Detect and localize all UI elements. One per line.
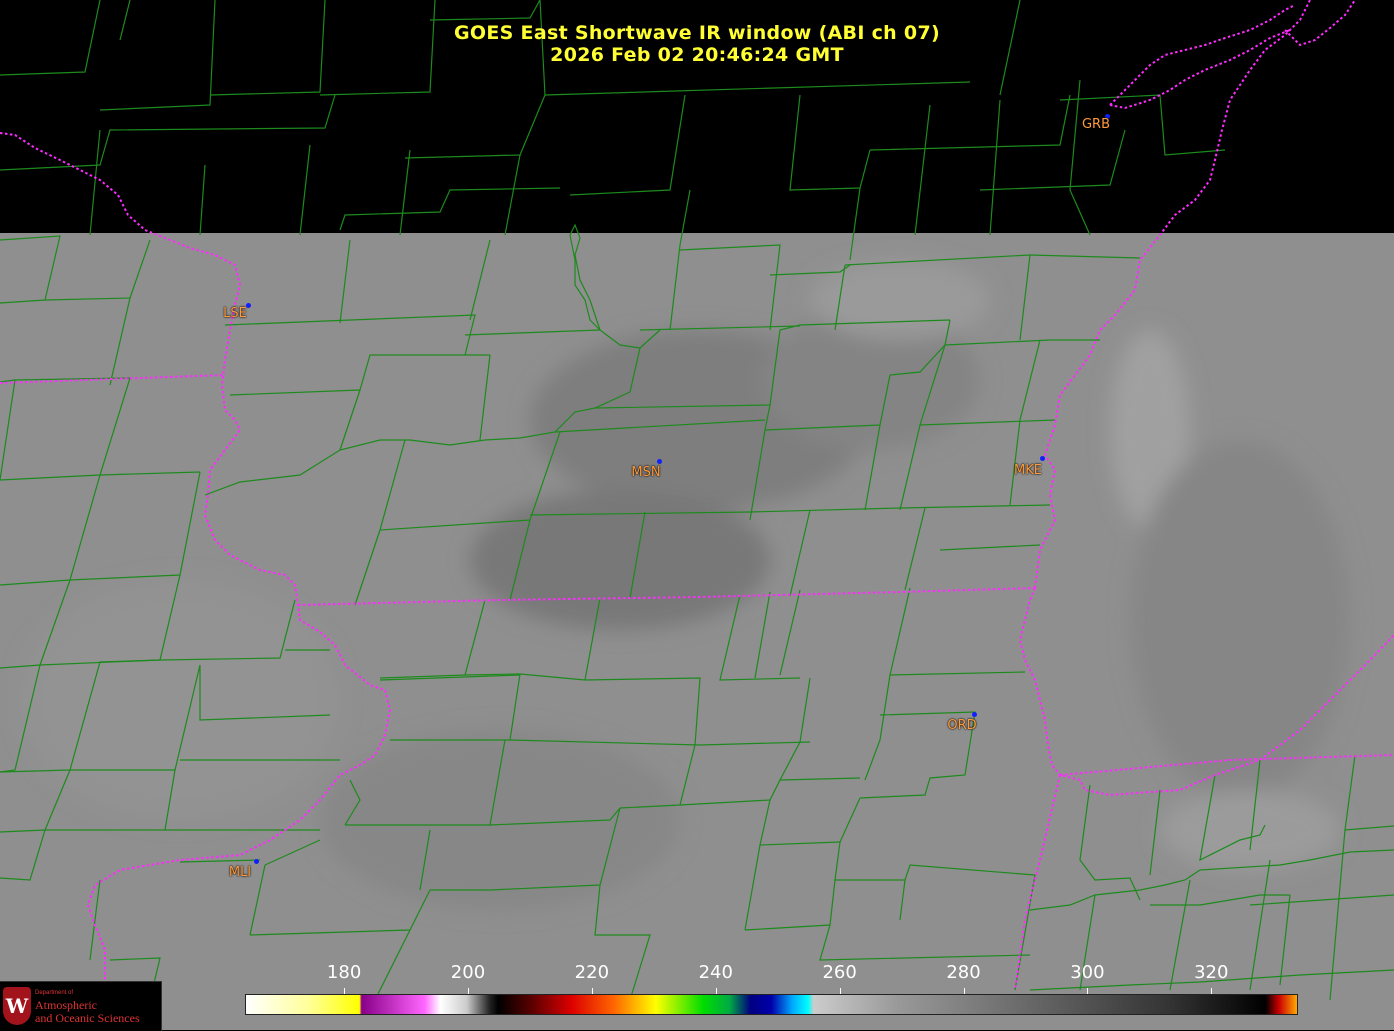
station-label-mke: MKE (1014, 463, 1042, 478)
station-label-lse: LSE (223, 306, 247, 321)
station-label-ord: ORD (947, 718, 977, 733)
colorbar-tick-label: 300 (1070, 962, 1105, 983)
colorbar-tick-mark (1087, 988, 1089, 994)
colorbar-tick-label: 180 (326, 962, 362, 983)
uw-crest-icon: W (3, 987, 31, 1025)
colorbar-tick-mark (963, 988, 965, 994)
station-label-mli: MLI (228, 865, 252, 880)
logo-department-text: Department of (35, 990, 74, 996)
logo-line2: and Oceanic Sciences (35, 1011, 140, 1025)
colorbar-tick-mark (344, 988, 346, 994)
colorbar-tick-label: 220 (574, 962, 610, 983)
station-dot-ord (972, 712, 977, 717)
colorbar-tick-mark (839, 988, 841, 994)
colorbar-tick-label: 320 (1194, 962, 1229, 983)
colorbar-tick-mark (591, 988, 593, 994)
station-dot-msn (657, 459, 662, 464)
temperature-colorbar (245, 994, 1298, 1015)
map-title: GOES East Shortwave IR window (ABI ch 07… (454, 22, 940, 44)
map-timestamp: 2026 Feb 02 20:46:24 GMT (550, 44, 844, 66)
colorbar-tick-mark (467, 988, 469, 994)
colorbar-tick-label: 240 (698, 962, 733, 983)
station-dot-mke (1040, 456, 1045, 461)
colorbar-tick-label: 260 (822, 962, 857, 983)
colorbar-tick-label: 280 (946, 962, 981, 983)
aos-logo: W Department of Atmospheric and Oceanic … (0, 981, 162, 1031)
station-dot-mli (254, 859, 259, 864)
colorbar-tick-mark (1211, 988, 1213, 994)
station-label-grb: GRB (1081, 117, 1111, 132)
colorbar-tick-mark (715, 988, 717, 994)
satellite-map (0, 0, 1394, 1030)
station-label-msn: MSN (631, 465, 661, 480)
colorbar-tick-label: 200 (450, 962, 486, 983)
